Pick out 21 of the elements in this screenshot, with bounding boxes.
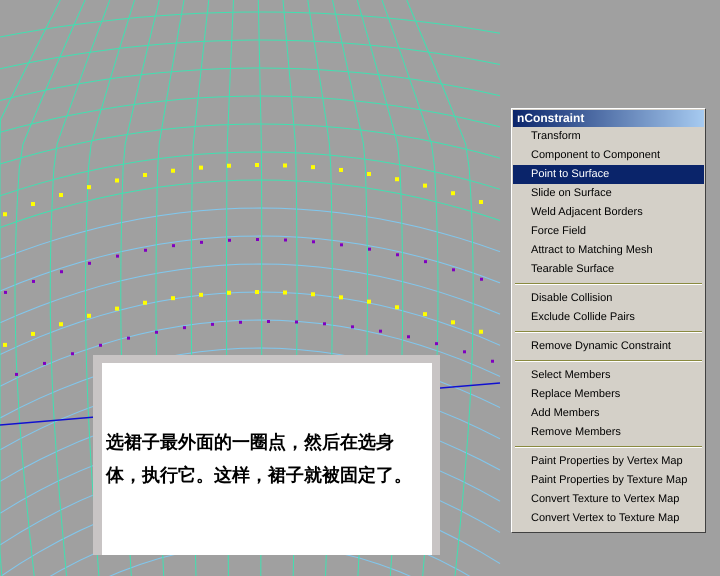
menu-item[interactable]: Remove Dynamic Constraint: [513, 337, 704, 356]
menu-item[interactable]: Disable Collision: [513, 289, 704, 308]
menu-item[interactable]: Remove Members: [513, 423, 704, 442]
menu-item[interactable]: Transform: [513, 127, 704, 146]
menu-item[interactable]: Replace Members: [513, 385, 704, 404]
menu-item[interactable]: Weld Adjacent Borders: [513, 203, 704, 222]
menu-item[interactable]: Convert Vertex to Texture Map: [513, 509, 704, 528]
menu-title: nConstraint: [513, 110, 704, 127]
menu-item[interactable]: Paint Properties by Vertex Map: [513, 452, 704, 471]
caption-text: 选裙子最外面的一圈点，然后在选身体，执行它。这样，裙子就被固定了。: [106, 431, 413, 488]
menu-item[interactable]: Exclude Collide Pairs: [513, 308, 704, 327]
menu-item[interactable]: Slide on Surface: [513, 184, 704, 203]
menu-item[interactable]: Convert Texture to Vertex Map: [513, 490, 704, 509]
menu-item[interactable]: Add Members: [513, 404, 704, 423]
menu-item[interactable]: Force Field: [513, 222, 704, 241]
menu-item[interactable]: Select Members: [513, 366, 704, 385]
menu-item[interactable]: Paint Properties by Texture Map: [513, 471, 704, 490]
menu-item[interactable]: Attract to Matching Mesh: [513, 241, 704, 260]
menu-item[interactable]: Point to Surface: [513, 165, 704, 184]
menu-item[interactable]: Tearable Surface: [513, 260, 704, 279]
menu-item[interactable]: Component to Component: [513, 146, 704, 165]
